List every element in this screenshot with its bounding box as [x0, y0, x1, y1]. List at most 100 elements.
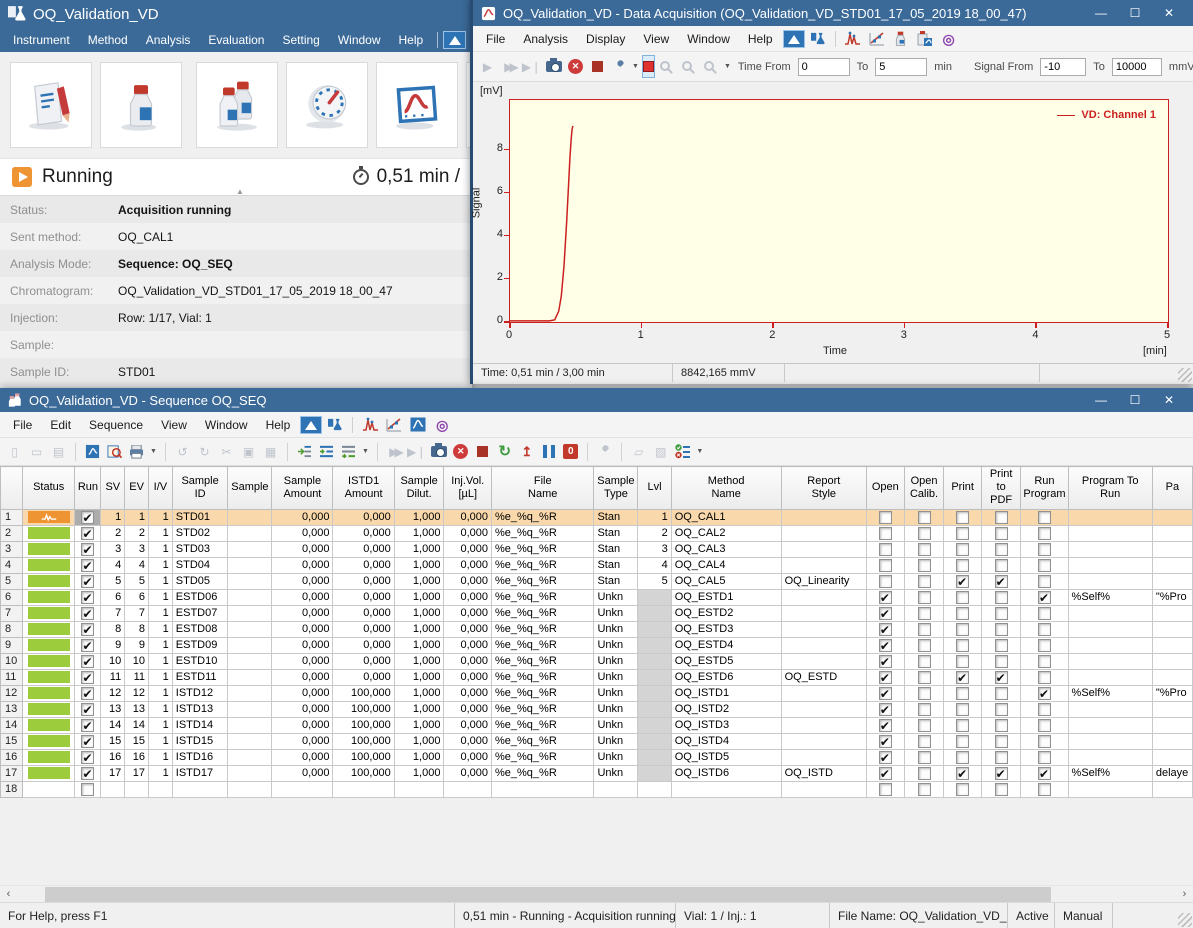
redo-icon[interactable]: ↻: [195, 442, 214, 462]
help-icon[interactable]: ◎: [938, 29, 960, 48]
inj-vol-cell[interactable]: 0,000: [444, 685, 492, 701]
sample-amount-cell[interactable]: [272, 781, 333, 797]
inj-vol-cell[interactable]: 0,000: [444, 589, 492, 605]
istd1-amount-cell[interactable]: 0,000: [333, 621, 394, 637]
resume-icon[interactable]: [495, 442, 514, 462]
run-checkbox[interactable]: [81, 671, 94, 684]
run_program-checkbox-cell[interactable]: [1021, 749, 1068, 765]
run_program-checkbox-cell[interactable]: [1021, 589, 1068, 605]
method-cell[interactable]: OQ_CAL2: [671, 525, 781, 541]
ev-cell[interactable]: 11: [125, 669, 149, 685]
row-number[interactable]: 11: [1, 669, 23, 685]
sample-type-cell[interactable]: Unkn: [594, 669, 638, 685]
maximize-button[interactable]: ☐: [1119, 390, 1151, 410]
method-cell[interactable]: OQ_ISTD6: [671, 765, 781, 781]
sample-cell[interactable]: [228, 669, 272, 685]
column-header[interactable]: File Name: [492, 467, 594, 510]
run_program-checkbox-cell[interactable]: [1021, 717, 1068, 733]
sample-type-cell[interactable]: Stan: [594, 557, 638, 573]
istd1-amount-cell[interactable]: 100,000: [333, 717, 394, 733]
program-to-run-cell[interactable]: [1068, 637, 1152, 653]
save-icon[interactable]: ▤: [49, 442, 68, 462]
method-cell[interactable]: OQ_ESTD1: [671, 589, 781, 605]
open_calib-checkbox[interactable]: [918, 575, 931, 588]
time-from-input[interactable]: [798, 58, 850, 76]
open_calib-checkbox[interactable]: [918, 591, 931, 604]
run-checkbox[interactable]: [81, 751, 94, 764]
sample-id-cell[interactable]: ESTD09: [172, 637, 228, 653]
sample-id-cell[interactable]: STD02: [172, 525, 228, 541]
method-cell[interactable]: [671, 781, 781, 797]
iv-cell[interactable]: 1: [149, 605, 173, 621]
open_calib-checkbox-cell[interactable]: [904, 653, 944, 669]
run_program-checkbox[interactable]: [1038, 559, 1051, 572]
abort-icon[interactable]: [566, 57, 585, 77]
sv-cell[interactable]: 15: [101, 733, 125, 749]
inj-vol-cell[interactable]: 0,000: [444, 637, 492, 653]
ev-cell[interactable]: 5: [125, 573, 149, 589]
column-header[interactable]: Print: [944, 467, 982, 510]
istd1-amount-cell[interactable]: 100,000: [333, 749, 394, 765]
ev-cell[interactable]: 10: [125, 653, 149, 669]
sample-id-cell[interactable]: ESTD07: [172, 605, 228, 621]
print-checkbox-cell[interactable]: [944, 589, 982, 605]
open-checkbox-cell[interactable]: [866, 685, 904, 701]
run-checkbox[interactable]: [81, 703, 94, 716]
run_program-checkbox-cell[interactable]: [1021, 781, 1068, 797]
minimize-button[interactable]: —: [1085, 390, 1117, 410]
sample-id-cell[interactable]: ISTD13: [172, 701, 228, 717]
inj-vol-cell[interactable]: 0,000: [444, 525, 492, 541]
run_program-checkbox[interactable]: [1038, 639, 1051, 652]
run-checkbox-cell[interactable]: [75, 509, 101, 525]
ev-cell[interactable]: 8: [125, 621, 149, 637]
sample-type-cell[interactable]: Unkn: [594, 605, 638, 621]
pause-icon[interactable]: [539, 442, 558, 462]
file-name-cell[interactable]: %e_%q_%R: [492, 509, 594, 525]
open_calib-checkbox-cell[interactable]: [904, 509, 944, 525]
sequence-row[interactable]: 2221STD020,0000,0001,0000,000%e_%q_%RSta…: [1, 525, 1193, 541]
ev-cell[interactable]: 1: [125, 509, 149, 525]
stop-icon[interactable]: [588, 57, 607, 77]
program-to-run-cell[interactable]: [1068, 781, 1152, 797]
program-to-run-cell[interactable]: %Self%: [1068, 589, 1152, 605]
pdf-checkbox[interactable]: [995, 559, 1008, 572]
pdf-checkbox[interactable]: [995, 751, 1008, 764]
sample-type-cell[interactable]: Unkn: [594, 637, 638, 653]
iv-cell[interactable]: 1: [149, 701, 173, 717]
sv-cell[interactable]: 5: [101, 573, 125, 589]
open-checkbox[interactable]: [879, 543, 892, 556]
run-checkbox-cell[interactable]: [75, 637, 101, 653]
close-button[interactable]: ✕: [1153, 3, 1185, 23]
column-header[interactable]: Open: [866, 467, 904, 510]
row-number[interactable]: 13: [1, 701, 23, 717]
print-checkbox[interactable]: [956, 511, 969, 524]
ev-cell[interactable]: 16: [125, 749, 149, 765]
row-number[interactable]: 14: [1, 717, 23, 733]
open_calib-checkbox-cell[interactable]: [904, 589, 944, 605]
method-cell[interactable]: OQ_ISTD1: [671, 685, 781, 701]
sequence-row[interactable]: 9991ESTD090,0000,0001,0000,000%e_%q_%RUn…: [1, 637, 1193, 653]
run-sequence-icon[interactable]: ▶▶: [385, 442, 404, 462]
open-checkbox[interactable]: [879, 559, 892, 572]
status-cell[interactable]: [22, 653, 75, 669]
iv-cell[interactable]: 1: [149, 525, 173, 541]
run_program-checkbox[interactable]: [1038, 575, 1051, 588]
print-checkbox-cell[interactable]: [944, 621, 982, 637]
method-cell[interactable]: OQ_ESTD5: [671, 653, 781, 669]
report-cell[interactable]: [781, 605, 866, 621]
open-checkbox-cell[interactable]: [866, 525, 904, 541]
sample-type-cell[interactable]: Unkn: [594, 717, 638, 733]
sv-cell[interactable]: [101, 781, 125, 797]
open-checkbox[interactable]: [879, 607, 892, 620]
sequence-row[interactable]: 8881ESTD080,0000,0001,0000,000%e_%q_%RUn…: [1, 621, 1193, 637]
run_program-checkbox-cell[interactable]: [1021, 653, 1068, 669]
scroll-right-icon[interactable]: ›: [1176, 887, 1193, 902]
horizontal-scrollbar[interactable]: ‹ ›: [0, 885, 1193, 902]
sample-cell[interactable]: [228, 557, 272, 573]
file-name-cell[interactable]: [492, 781, 594, 797]
status-cell[interactable]: [22, 669, 75, 685]
open_calib-checkbox[interactable]: [918, 671, 931, 684]
open_calib-checkbox[interactable]: [918, 511, 931, 524]
open-checkbox-cell[interactable]: [866, 541, 904, 557]
single-analysis-icon[interactable]: [890, 29, 912, 48]
